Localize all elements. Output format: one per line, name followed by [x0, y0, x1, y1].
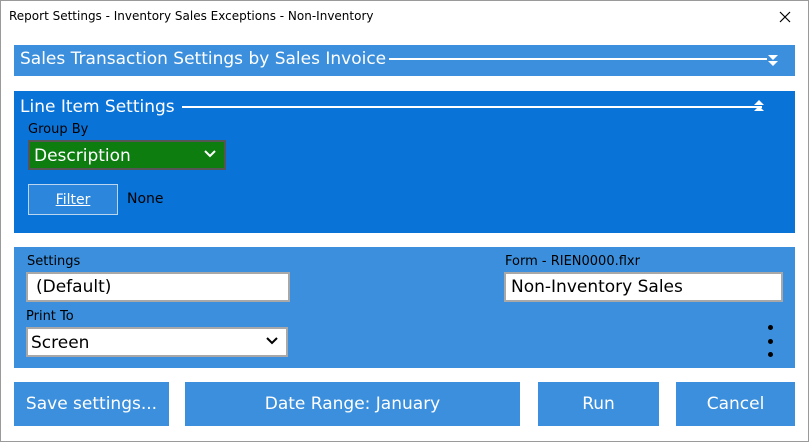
sales-section-title: Sales Transaction Settings by Sales Invo…	[20, 49, 387, 69]
settings-field[interactable]: (Default)	[26, 272, 290, 302]
chevron-down-icon	[266, 337, 278, 345]
title-bar[interactable]: Report Settings - Inventory Sales Except…	[1, 1, 808, 33]
close-button[interactable]	[762, 1, 808, 33]
group-by-label: Group By	[28, 122, 89, 137]
settings-label: Settings	[27, 254, 81, 269]
group-by-select[interactable]: Description	[28, 140, 226, 170]
print-to-value: Screen	[31, 333, 90, 353]
collapse-icon[interactable]	[752, 99, 766, 113]
expand-icon[interactable]	[766, 53, 780, 67]
filter-value: None	[127, 191, 164, 207]
cancel-button[interactable]: Cancel	[676, 382, 795, 426]
form-field[interactable]: Non-Inventory Sales	[504, 272, 783, 302]
print-to-label: Print To	[26, 309, 74, 324]
group-by-value: Description	[34, 146, 131, 166]
window-title: Report Settings - Inventory Sales Except…	[9, 9, 374, 23]
section-divider	[389, 58, 767, 60]
output-settings-section: Settings (Default) Print To Screen Form …	[14, 247, 795, 368]
filter-button[interactable]: Filter	[28, 184, 118, 215]
section-divider	[182, 106, 762, 108]
chevron-down-icon	[204, 150, 216, 158]
save-settings-label: Save settings...	[25, 394, 158, 414]
close-icon	[779, 11, 791, 23]
save-settings-button[interactable]: Save settings...	[14, 382, 169, 426]
line-item-section-title: Line Item Settings	[20, 97, 175, 117]
run-label: Run	[582, 394, 615, 414]
form-label: Form - RIEN0000.flxr	[505, 254, 640, 269]
print-to-select[interactable]: Screen	[26, 327, 288, 357]
report-settings-window: Report Settings - Inventory Sales Except…	[0, 0, 809, 442]
run-button[interactable]: Run	[538, 382, 659, 426]
more-options-icon[interactable]	[766, 325, 774, 357]
line-item-section: Line Item Settings Group By Description …	[14, 91, 795, 233]
date-range-button[interactable]: Date Range: January	[185, 382, 520, 426]
filter-button-label: Filter	[55, 191, 91, 208]
date-range-label: Date Range: January	[264, 394, 441, 414]
sales-transaction-section[interactable]: Sales Transaction Settings by Sales Invo…	[14, 45, 795, 76]
cancel-label: Cancel	[706, 394, 765, 414]
